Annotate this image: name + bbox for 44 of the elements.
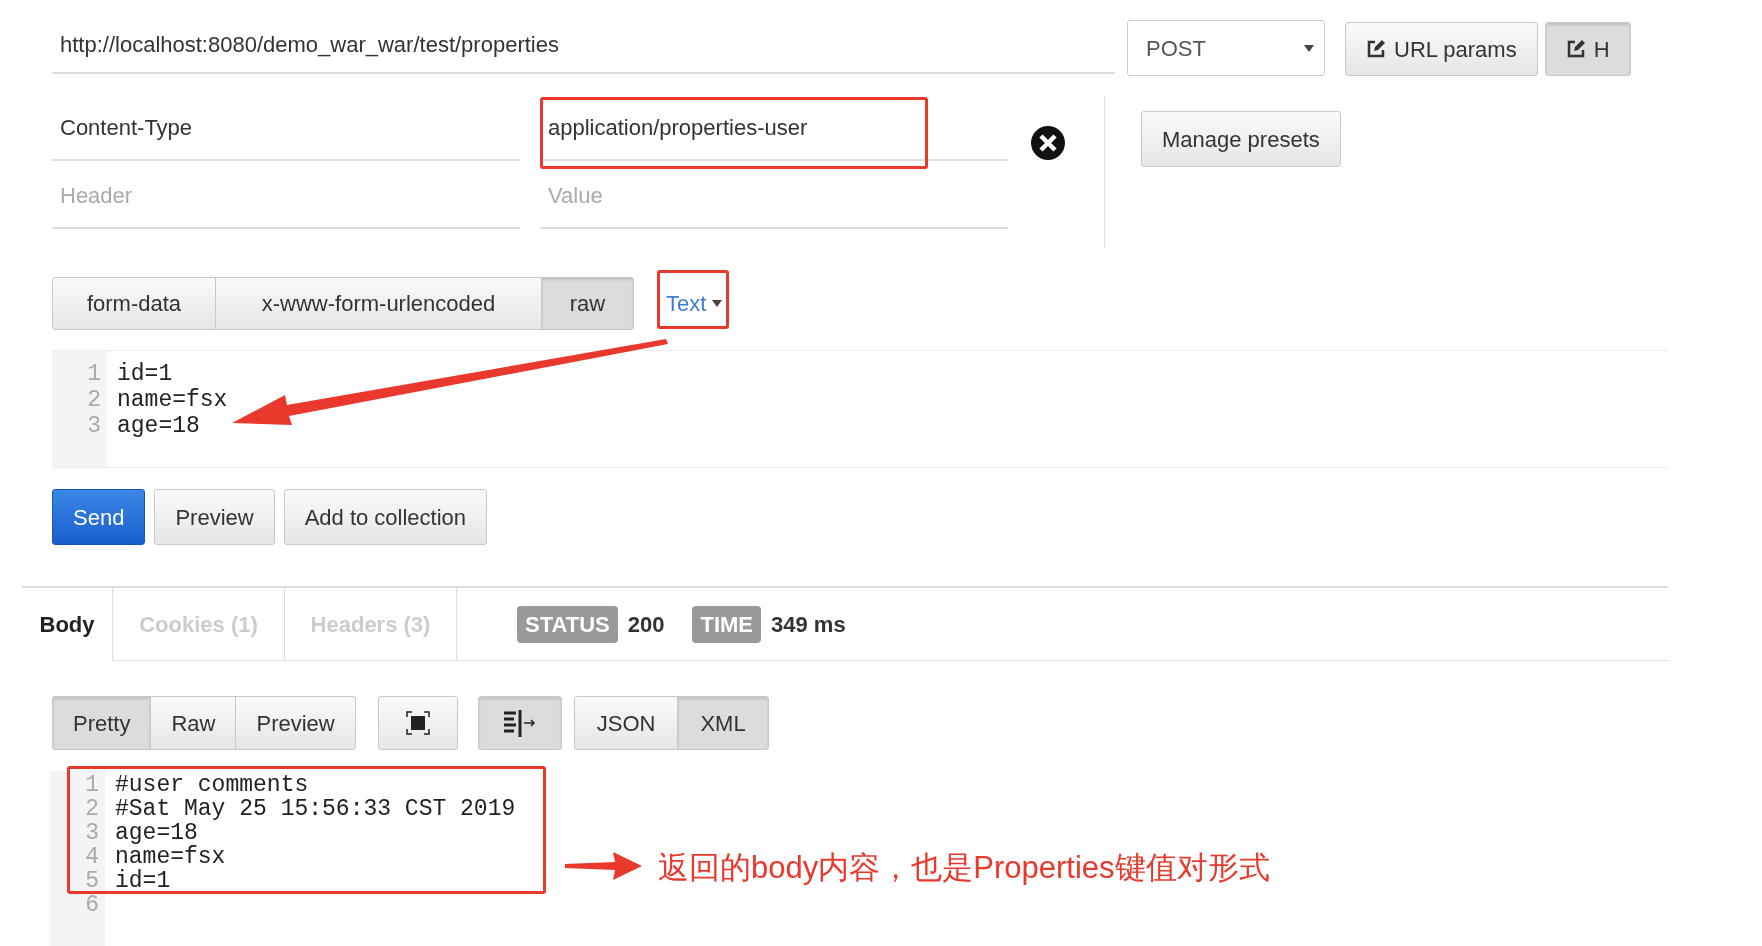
response-tab[interactable]: Body (22, 588, 113, 661)
line-number: 6 (84, 893, 99, 917)
body-mode-tab[interactable]: x-www-form-urlencoded (215, 277, 542, 330)
response-line: #user comments (115, 773, 310, 797)
status-badge: STATUS (517, 605, 618, 643)
line-number: 4 (84, 845, 99, 869)
line-number: 2 (86, 387, 101, 413)
body-mode-tab[interactable]: form-data (52, 277, 216, 330)
raw-type-dropdown[interactable]: Text (666, 287, 707, 320)
header-value-field[interactable]: Value (540, 165, 1008, 229)
add-to-collection-button[interactable]: Add to collection (283, 489, 488, 545)
headers-button[interactable]: H (1544, 22, 1631, 76)
line-number: 1 (84, 773, 99, 797)
view-mode-tab[interactable]: Pretty (52, 696, 152, 750)
line-number: 3 (84, 821, 99, 845)
response-time: 349 ms (771, 610, 846, 639)
line-number: 3 (86, 413, 101, 439)
response-line: age=18 (115, 821, 198, 845)
response-line: id=1 (115, 869, 172, 893)
line-number: 1 (86, 361, 101, 387)
line-number: 5 (84, 869, 99, 893)
time-badge: TIME (692, 605, 761, 643)
preview-button[interactable]: Preview (154, 489, 275, 545)
response-line: #Sat May 25 15:56:33 CST 2019 (115, 797, 516, 821)
format-tab[interactable]: XML (677, 696, 769, 750)
method-select[interactable]: POST (1127, 20, 1325, 76)
status-code: 200 (627, 610, 665, 639)
url-field[interactable]: http://localhost:8080/demo_war_war/test/properties (52, 17, 1115, 74)
code-line: id=1 (117, 361, 174, 387)
view-mode-tab[interactable]: Preview (235, 696, 356, 750)
code-line: age=18 (117, 413, 201, 439)
header-key-field[interactable]: Content-Type (52, 97, 520, 161)
response-line: name=fsx (115, 845, 227, 869)
code-line: name=fsx (117, 387, 228, 413)
annotation-note: 返回的body内容，也是Properties键值对形式 (658, 849, 1270, 887)
body-mode-tab[interactable]: raw (541, 277, 634, 330)
line-number: 2 (84, 797, 99, 821)
header-key-field[interactable]: Header (52, 165, 520, 229)
format-tab[interactable]: JSON (573, 696, 679, 750)
send-button[interactable]: Send (52, 489, 146, 545)
header-value-field[interactable]: application/properties-user (540, 97, 1008, 161)
manage-presets-button[interactable]: Manage presets (1141, 111, 1341, 167)
view-mode-tab[interactable]: Raw (150, 696, 237, 750)
url-params-button[interactable]: URL params (1345, 22, 1538, 76)
